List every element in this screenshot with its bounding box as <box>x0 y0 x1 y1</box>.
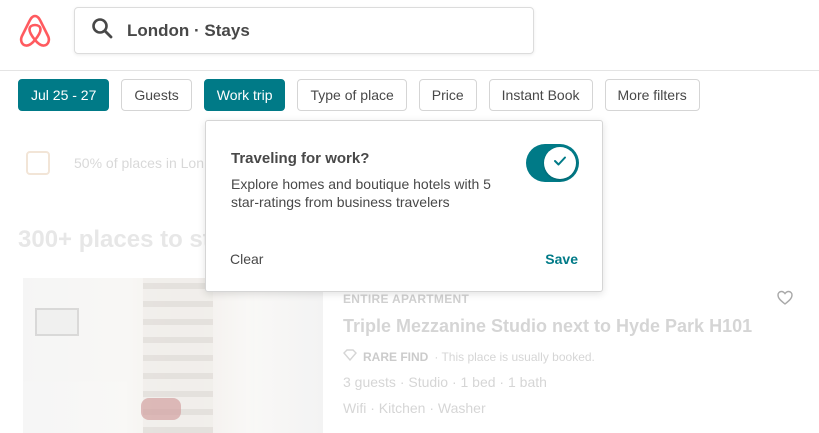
filter-instant-book[interactable]: Instant Book <box>488 79 593 111</box>
listing-details: 3 guests · Studio · 1 bed · 1 bath <box>343 374 547 390</box>
filter-guests[interactable]: Guests <box>121 79 192 111</box>
heart-icon[interactable] <box>777 290 793 306</box>
search-input[interactable]: London · Stays <box>127 21 250 41</box>
rare-find-label: RARE FIND <box>363 349 429 364</box>
clear-button[interactable]: Clear <box>230 251 263 267</box>
work-trip-toggle[interactable] <box>526 144 579 182</box>
notice-text: 50% of places in Lon <box>74 155 204 171</box>
airbnb-logo-icon[interactable] <box>19 14 51 48</box>
filter-price[interactable]: Price <box>418 79 477 111</box>
popover-title: Traveling for work? <box>231 150 370 167</box>
tv-shape <box>35 308 79 336</box>
notice-banner: 50% of places in Lon <box>26 151 214 175</box>
calendar-icon <box>26 151 50 175</box>
work-trip-popover: Traveling for work? Explore homes and bo… <box>205 120 603 292</box>
save-button[interactable]: Save <box>545 251 578 267</box>
filter-dates[interactable]: Jul 25 - 27 <box>18 79 110 111</box>
listing-photo[interactable] <box>23 278 323 433</box>
popover-description: Explore homes and boutique hotels with 5… <box>231 176 491 210</box>
top-header: London · Stays <box>0 0 819 71</box>
listing-title[interactable]: Triple Mezzanine Studio next to Hyde Par… <box>343 316 752 337</box>
listing-type: ENTIRE APARTMENT <box>343 292 470 306</box>
listing-card[interactable]: ENTIRE APARTMENT Triple Mezzanine Studio… <box>343 292 752 416</box>
diamond-icon <box>343 349 357 364</box>
filter-bar: Jul 25 - 27 Guests Work trip Type of pla… <box>18 79 700 111</box>
search-bar[interactable]: London · Stays <box>74 7 534 54</box>
filter-more-filters[interactable]: More filters <box>604 79 700 111</box>
filter-work-trip[interactable]: Work trip <box>203 79 286 111</box>
pillow-shape <box>141 398 181 420</box>
search-icon <box>91 17 113 44</box>
rare-find-row: RARE FIND · This place is usually booked… <box>343 349 752 364</box>
listing-amenities: Wifi · Kitchen · Washer <box>343 400 486 416</box>
rare-find-note: · This place is usually booked. <box>434 349 595 364</box>
toggle-knob <box>544 147 576 179</box>
filter-type-of-place[interactable]: Type of place <box>297 79 407 111</box>
results-count: 300+ places to st <box>18 226 208 253</box>
checkmark-icon <box>553 154 567 172</box>
